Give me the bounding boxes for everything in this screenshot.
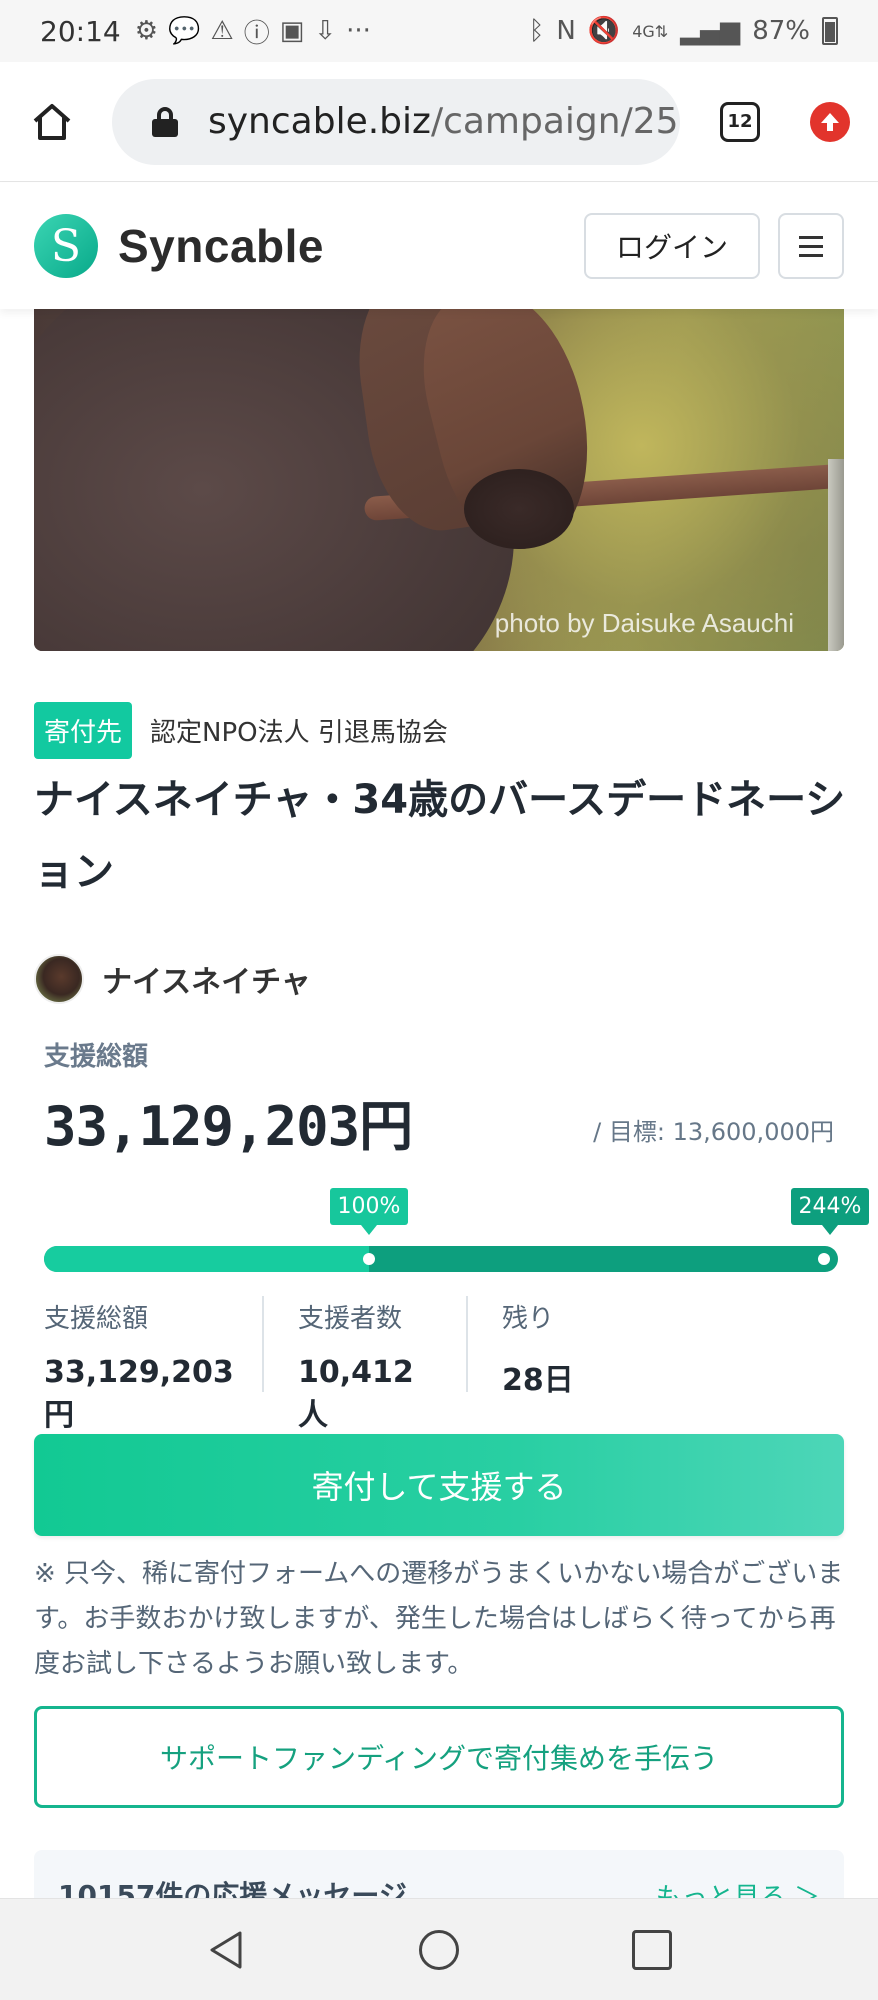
photo-credit: photo by Daisuke Asauchi xyxy=(494,608,794,638)
4g-icon: 4G⇅ xyxy=(632,21,669,41)
line-icon: 💬 xyxy=(168,16,201,46)
signal-icon: ▂▄▆ xyxy=(680,16,741,46)
support-funding-button[interactable]: サポートファンディングで寄付集めを手伝う xyxy=(34,1706,844,1808)
notification-icon: ▣ xyxy=(279,16,305,46)
total-label: 支援総額 xyxy=(44,1042,149,1072)
messages-section: 10157件の応援メッセージ もっと見る ＞ xyxy=(34,1850,844,1900)
campaign-title: ナイスネイチャ・34歳のバースデードネーション xyxy=(34,777,846,895)
system-nav-bar xyxy=(0,1898,878,2000)
stat-value: 28日 xyxy=(502,1363,574,1398)
warning-icon: ⚠ xyxy=(210,16,234,46)
url-text: syncable.biz/campaign/250 xyxy=(208,101,680,142)
stat-total: 支援総額 33,129,203円 xyxy=(44,1296,262,1433)
goal-marker-label: 100% xyxy=(329,1188,409,1225)
notice-text: ※ 只今、稀に寄付フォームへの遷移がうまくいかない場合がございます。お手数おかけ… xyxy=(34,1559,844,1679)
status-time: 20:14 xyxy=(40,14,121,48)
bluetooth-icon: ᛒ xyxy=(528,16,545,46)
browser-toolbar: syncable.biz/campaign/250 12 xyxy=(0,62,878,182)
stat-remaining: 残り 28日 xyxy=(466,1296,604,1398)
goal-amount: / 目標: 13,600,000円 xyxy=(593,1118,834,1146)
campaign-hero-image: photo by Daisuke Asauchi xyxy=(34,309,844,651)
beneficiary-tag: 寄付先 xyxy=(34,702,133,759)
battery-icon xyxy=(822,17,838,45)
current-marker-label: 244% xyxy=(790,1188,870,1225)
stat-label: 支援者数 xyxy=(298,1304,403,1334)
logo-icon[interactable]: S xyxy=(34,214,98,278)
url-domain: syncable.biz xyxy=(208,101,431,142)
home-nav-icon[interactable] xyxy=(418,1929,459,1970)
status-bar: 20:14 ⚙ 💬 ⚠ ⓘ ▣ ⇩ ··· ᛒ N 🔇 4G⇅ ▂▄▆ 87% xyxy=(0,0,878,62)
back-icon[interactable] xyxy=(206,1929,246,1971)
beneficiary-name[interactable]: 認定NPO法人 引退馬協会 xyxy=(150,712,448,749)
progress-track xyxy=(44,1246,838,1272)
more-icon: ··· xyxy=(346,16,371,46)
home-icon[interactable] xyxy=(22,92,82,152)
logo-letter: S xyxy=(50,220,82,272)
progress-bar: 100% 244% xyxy=(44,1188,870,1278)
goal-marker-dot xyxy=(363,1253,375,1265)
system-icons: ᛒ N 🔇 4G⇅ ▂▄▆ 87% xyxy=(529,16,838,46)
beneficiary: 寄付先 認定NPO法人 引退馬協会 xyxy=(34,702,448,759)
tab-count: 12 xyxy=(727,111,753,132)
download-icon: ⇩ xyxy=(314,16,337,46)
update-icon[interactable] xyxy=(810,101,850,142)
nfc-icon: N xyxy=(556,16,576,46)
info-icon: ⓘ xyxy=(243,18,270,49)
notification-icons: ⚙ 💬 ⚠ ⓘ ▣ ⇩ ··· xyxy=(135,13,371,50)
site-header: S Syncable ログイン xyxy=(0,183,878,309)
url-path: /campaign/250 xyxy=(430,101,680,142)
mute-icon: 🔇 xyxy=(587,16,621,46)
tabs-button[interactable]: 12 xyxy=(720,101,760,142)
campaign-stats: 支援総額 33,129,203円 支援者数 10,412人 残り 28日 xyxy=(44,1296,838,1433)
messages-more-link[interactable]: もっと見る ＞ xyxy=(656,1877,820,1900)
avatar xyxy=(34,954,84,1004)
stat-label: 支援総額 xyxy=(44,1304,149,1334)
logo-text[interactable]: Syncable xyxy=(118,219,324,273)
battery-percent: 87% xyxy=(752,16,810,46)
stat-supporters: 支援者数 10,412人 xyxy=(262,1296,466,1433)
current-marker-dot xyxy=(818,1253,830,1265)
campaign-owner[interactable]: ナイスネイチャ xyxy=(34,954,311,1004)
owner-name: ナイスネイチャ xyxy=(102,965,311,1000)
lock-icon xyxy=(152,106,178,137)
hamburger-menu-icon[interactable] xyxy=(778,213,844,279)
stat-label: 残り xyxy=(502,1304,555,1334)
settings-icon: ⚙ xyxy=(134,16,159,46)
donate-button[interactable]: 寄付して支援する xyxy=(34,1434,844,1536)
stat-value: 10,412人 xyxy=(298,1355,414,1433)
total-amount: 33,129,203円 xyxy=(44,1095,413,1158)
progress-fill xyxy=(44,1246,369,1272)
login-button[interactable]: ログイン xyxy=(584,213,760,279)
recents-icon[interactable] xyxy=(631,1929,672,1970)
messages-title: 10157件の応援メッセージ xyxy=(58,1879,407,1900)
url-bar[interactable]: syncable.biz/campaign/250 xyxy=(112,78,680,165)
stat-value: 33,129,203円 xyxy=(44,1355,234,1433)
